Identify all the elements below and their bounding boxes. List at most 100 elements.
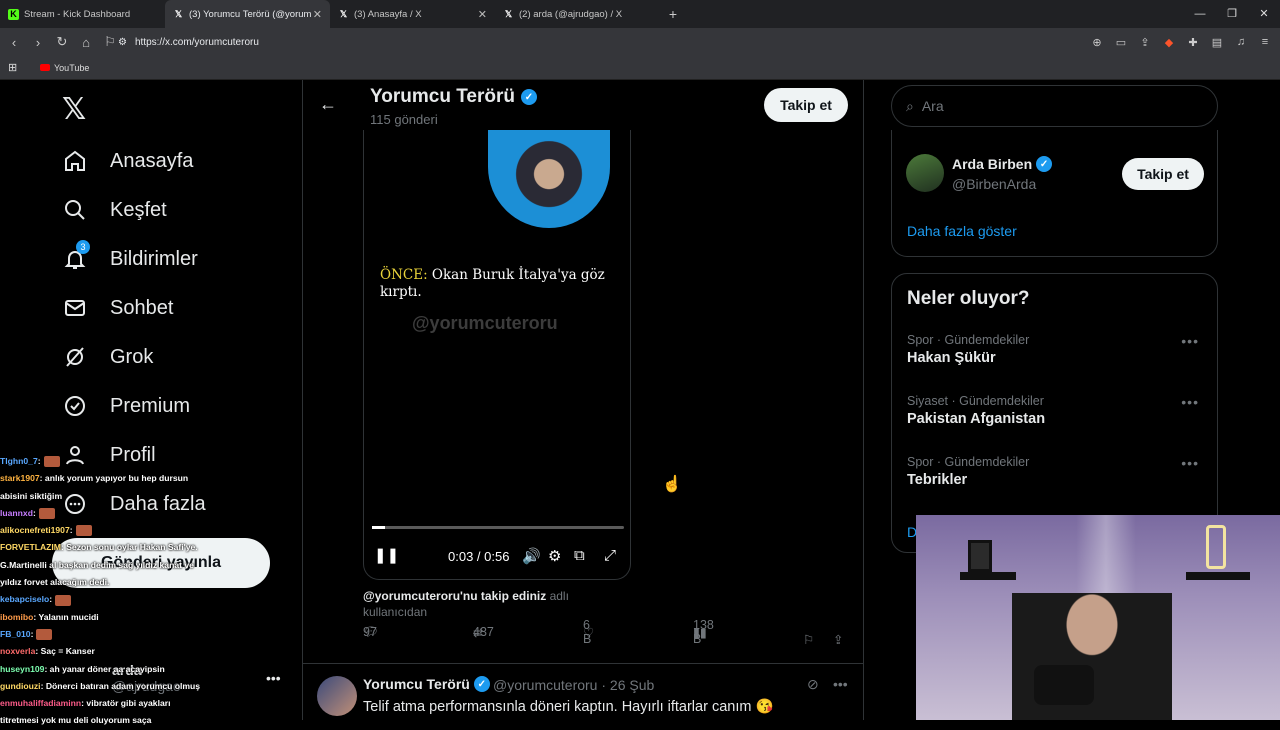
post-count: 115 gönderi	[370, 112, 438, 127]
extensions-icon[interactable]: ✚	[1184, 36, 1202, 49]
sidebar-icon[interactable]: ▤	[1208, 36, 1226, 49]
follow-suggested-button[interactable]: Takip et	[1122, 158, 1204, 190]
chat-username[interactable]: luannxd	[0, 508, 33, 518]
avatar[interactable]	[317, 676, 357, 716]
trend-more-icon[interactable]: •••	[1181, 333, 1199, 349]
x-logo-icon[interactable]: 𝕏	[62, 92, 86, 127]
chat-username[interactable]: ibomibo	[0, 612, 33, 622]
volume-icon[interactable]: 🔊	[522, 547, 541, 565]
author-name: Yorumcu Terörü	[363, 676, 470, 692]
window-close-icon[interactable]: ✕	[1248, 0, 1280, 28]
chat-text: : Saç = Kanser	[35, 646, 95, 657]
chat-username[interactable]: noxverla	[0, 646, 35, 656]
minimize-icon[interactable]: —	[1184, 0, 1216, 28]
chat-username[interactable]: kebapciselo	[0, 594, 49, 604]
menu-icon[interactable]: ≡	[1256, 36, 1274, 48]
zoom-icon[interactable]: ⊕	[1088, 36, 1106, 49]
chat-username[interactable]: FORVETLAZIM	[0, 542, 61, 552]
chat-username[interactable]: gundiouzi	[0, 681, 41, 691]
trend-more-icon[interactable]: •••	[1181, 394, 1199, 410]
chat-username[interactable]: stark1907	[0, 473, 40, 483]
mail-icon	[60, 293, 90, 323]
suggested-user-name[interactable]: Arda Birben ✓	[952, 156, 1053, 172]
brave-shield-icon[interactable]: ◆	[1160, 36, 1178, 49]
chat-message: kebapciselo:	[0, 591, 250, 608]
tab-close-icon[interactable]: ✕	[478, 8, 487, 21]
chat-username[interactable]: Tlghn0_7	[0, 456, 38, 466]
verified-badge-icon: ✓	[473, 676, 490, 692]
account-more-icon[interactable]: •••	[266, 670, 281, 686]
fullscreen-icon[interactable]: ⤢	[604, 547, 616, 564]
trend-more-icon[interactable]: •••	[1181, 455, 1199, 471]
chat-username[interactable]: alikocnefreti1907	[0, 525, 70, 535]
chat-username[interactable]: enmuhaliffadiaminn	[0, 698, 81, 708]
trend-item[interactable]: Spor · Gündemdekiler Tebrikler •••	[907, 455, 1207, 488]
next-post[interactable]: Yorumcu Terörü ✓ @yorumcuteroru · 26 Şub …	[303, 664, 863, 720]
nav-item-home[interactable]: Anasayfa	[60, 146, 193, 176]
nav-item-chat[interactable]: Sohbet	[60, 293, 173, 323]
back-arrow-icon[interactable]: ←	[319, 94, 337, 115]
video-progress-bar[interactable]	[372, 526, 624, 529]
verified-icon	[60, 391, 90, 421]
reload-icon[interactable]: ↻	[52, 34, 72, 50]
browser-tab-anasayfa[interactable]: 𝕏 (3) Anasayfa / X ✕	[330, 0, 495, 28]
search-input[interactable]: ⌕ Ara	[891, 85, 1218, 127]
browser-tab-kick[interactable]: K Stream - Kick Dashboard	[0, 0, 165, 28]
chat-emote-icon	[38, 508, 55, 520]
grok-post-icon[interactable]: ⊘	[807, 676, 819, 693]
home-browser-icon[interactable]: ⌂	[76, 35, 96, 50]
nav-item-notifications[interactable]: 3 Bildirimler	[60, 240, 198, 274]
nav-label: Anasayfa	[110, 149, 194, 172]
maximize-icon[interactable]: ❐	[1216, 0, 1248, 28]
post-author-handle: @yorumcuteroru · 26 Şub	[493, 677, 655, 693]
chat-message: titretmesi yok mu deli oluyorum saça	[0, 712, 250, 729]
tab-close-icon[interactable]: ✕	[313, 8, 322, 21]
popout-icon[interactable]: ⧉	[574, 547, 585, 564]
apps-grid-icon[interactable]: ⊞	[8, 61, 17, 74]
chat-username[interactable]: huseyn109	[0, 664, 44, 674]
avatar[interactable]	[906, 154, 944, 192]
post-more-icon[interactable]: •••	[833, 676, 848, 692]
media-icon[interactable]: ♫	[1232, 36, 1250, 48]
tab-title: (2) arda (@ajrudgao) / X	[519, 8, 623, 20]
chat-message: luannxd:	[0, 505, 250, 522]
chat-message: yıldız forvet alacağım dedi.	[0, 574, 250, 591]
chat-emote-icon	[75, 525, 92, 537]
bookmark-youtube[interactable]: YouTube	[54, 63, 89, 73]
share-post-icon[interactable]: ⇪	[833, 632, 843, 647]
chat-text: :	[37, 456, 41, 466]
post-author[interactable]: Yorumcu Terörü ✓	[363, 676, 490, 692]
video-player[interactable]: ÖNCE: Okan Buruk İtalya'ya göz kırptı. @…	[363, 130, 631, 580]
browser-tab-arda[interactable]: 𝕏 (2) arda (@ajrudgao) / X	[495, 0, 660, 28]
nav-item-premium[interactable]: Premium	[60, 391, 190, 421]
back-icon[interactable]: ‹	[4, 35, 24, 50]
cast-icon[interactable]: ▭	[1112, 36, 1130, 49]
nav-label: Bildirimler	[110, 247, 198, 270]
nav-item-grok[interactable]: Grok	[60, 342, 153, 372]
site-info-icon[interactable]: ⚙	[118, 37, 127, 48]
caption-handle[interactable]: @yorumcuteroru'nu takip ediniz	[363, 589, 546, 603]
verified-badge-icon: ✓	[1036, 156, 1053, 172]
video-controls: ❚❚ 0:03 / 0:56 🔊 ⚙ ⧉ ⤢	[364, 544, 632, 570]
new-tab-icon[interactable]: +	[660, 6, 686, 22]
share-icon[interactable]: ⇪	[1136, 36, 1154, 49]
trend-item[interactable]: Siyaset · Gündemdekiler Pakistan Afganis…	[907, 394, 1207, 427]
chat-text: : anlık yorum yapıyor bu hep dursun	[39, 473, 189, 484]
browser-tab-bar: K Stream - Kick Dashboard 𝕏 (3) Yorumcu …	[0, 0, 1280, 28]
url-field[interactable]: ⚙ https://x.com/yorumcuteroru	[112, 31, 1182, 53]
nav-item-explore[interactable]: Keşfet	[60, 195, 167, 225]
show-more-link[interactable]: Daha fazla göster	[907, 223, 1017, 239]
chat-text: : Yalanın mucidi	[33, 611, 99, 622]
browser-tab-yorumcu[interactable]: 𝕏 (3) Yorumcu Terörü (@yorum ✕	[165, 0, 330, 28]
video-caption-highlight: ÖNCE:	[380, 267, 428, 283]
chat-message: alikocnefreti1907:	[0, 522, 250, 539]
follow-button[interactable]: Takip et	[764, 88, 848, 122]
bookmark-post-icon[interactable]: ⚐	[803, 632, 814, 647]
forward-icon[interactable]: ›	[28, 35, 48, 50]
chat-text: : vibratör gibi ayakları	[81, 698, 171, 709]
trend-item[interactable]: Spor · Gündemdekiler Hakan Şükür •••	[907, 333, 1207, 366]
chat-message: enmuhaliffadiaminn: vibratör gibi ayakla…	[0, 695, 250, 712]
settings-gear-icon[interactable]: ⚙	[548, 547, 561, 565]
chat-username[interactable]: FB_010	[0, 629, 31, 639]
pause-icon[interactable]: ❚❚	[374, 546, 399, 564]
